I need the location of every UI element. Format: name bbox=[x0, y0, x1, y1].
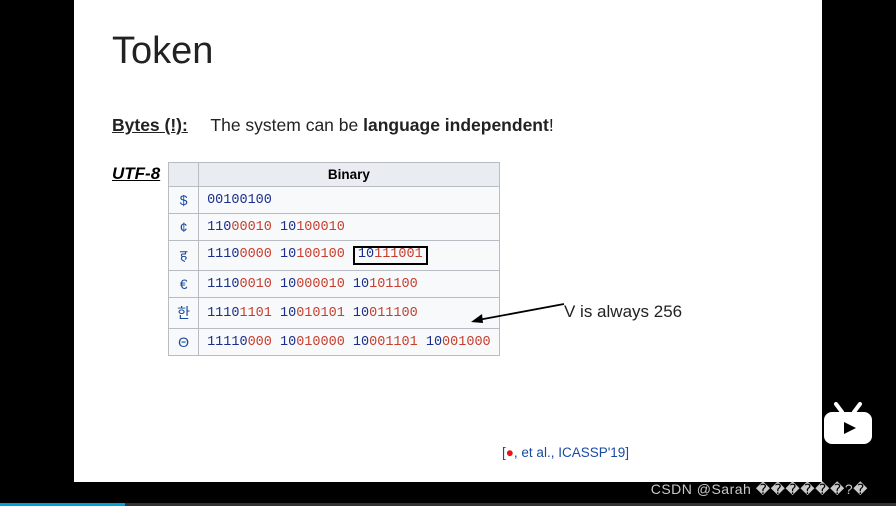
bytes-line: Bytes (!): The system can be language in… bbox=[112, 115, 784, 136]
binary-cell: 11000010 10100010 bbox=[199, 214, 500, 241]
annotation-text: V is always 256 bbox=[564, 302, 682, 322]
binary-cell: 00100100 bbox=[199, 187, 500, 214]
binary-table: Binary $00100100¢11000010 10100010ह11100… bbox=[168, 162, 499, 356]
slide-title: Token bbox=[112, 30, 784, 73]
symbol-cell: $ bbox=[169, 187, 199, 214]
utf8-area: UTF-8 Binary $00100100¢11000010 10100010… bbox=[112, 162, 784, 356]
symbol-cell: ¢ bbox=[169, 214, 199, 241]
table-row: €11100010 10000010 10101100 bbox=[169, 271, 499, 298]
symbol-cell: 한 bbox=[169, 298, 199, 329]
table-row: $00100100 bbox=[169, 187, 499, 214]
watermark: CSDN @Sarah ������?� bbox=[651, 481, 868, 498]
cursor-dot-icon: ● bbox=[506, 445, 514, 460]
binary-cell: 11100010 10000010 10101100 bbox=[199, 271, 500, 298]
bytes-text-bold: language independent bbox=[363, 115, 549, 135]
table-row: ¢11000010 10100010 bbox=[169, 214, 499, 241]
table-header: Binary bbox=[199, 163, 500, 187]
symbol-cell: ह bbox=[169, 241, 199, 271]
arrow-icon bbox=[468, 290, 568, 330]
citation: [●, et al., ICASSP'19] bbox=[502, 445, 629, 460]
binary-cell: 11110000 10010000 10001101 10001000 bbox=[199, 329, 500, 356]
symbol-cell: Θ bbox=[169, 329, 199, 356]
utf8-label: UTF-8 bbox=[112, 162, 160, 184]
bytes-label: Bytes (!): bbox=[112, 115, 188, 135]
table-row: Θ11110000 10010000 10001101 10001000 bbox=[169, 329, 499, 356]
bilibili-tv-icon[interactable] bbox=[818, 394, 878, 448]
symbol-cell: € bbox=[169, 271, 199, 298]
bytes-text-post: ! bbox=[549, 115, 554, 135]
binary-cell: 11100000 10100100 10111001 bbox=[199, 241, 500, 271]
binary-cell: 11101101 10010101 10011100 bbox=[199, 298, 500, 329]
bytes-text-pre: The system can be bbox=[210, 115, 363, 135]
slide: Token Bytes (!): The system can be langu… bbox=[74, 0, 822, 482]
table-row: ह11100000 10100100 10111001 bbox=[169, 241, 499, 271]
table-row: 한11101101 10010101 10011100 bbox=[169, 298, 499, 329]
